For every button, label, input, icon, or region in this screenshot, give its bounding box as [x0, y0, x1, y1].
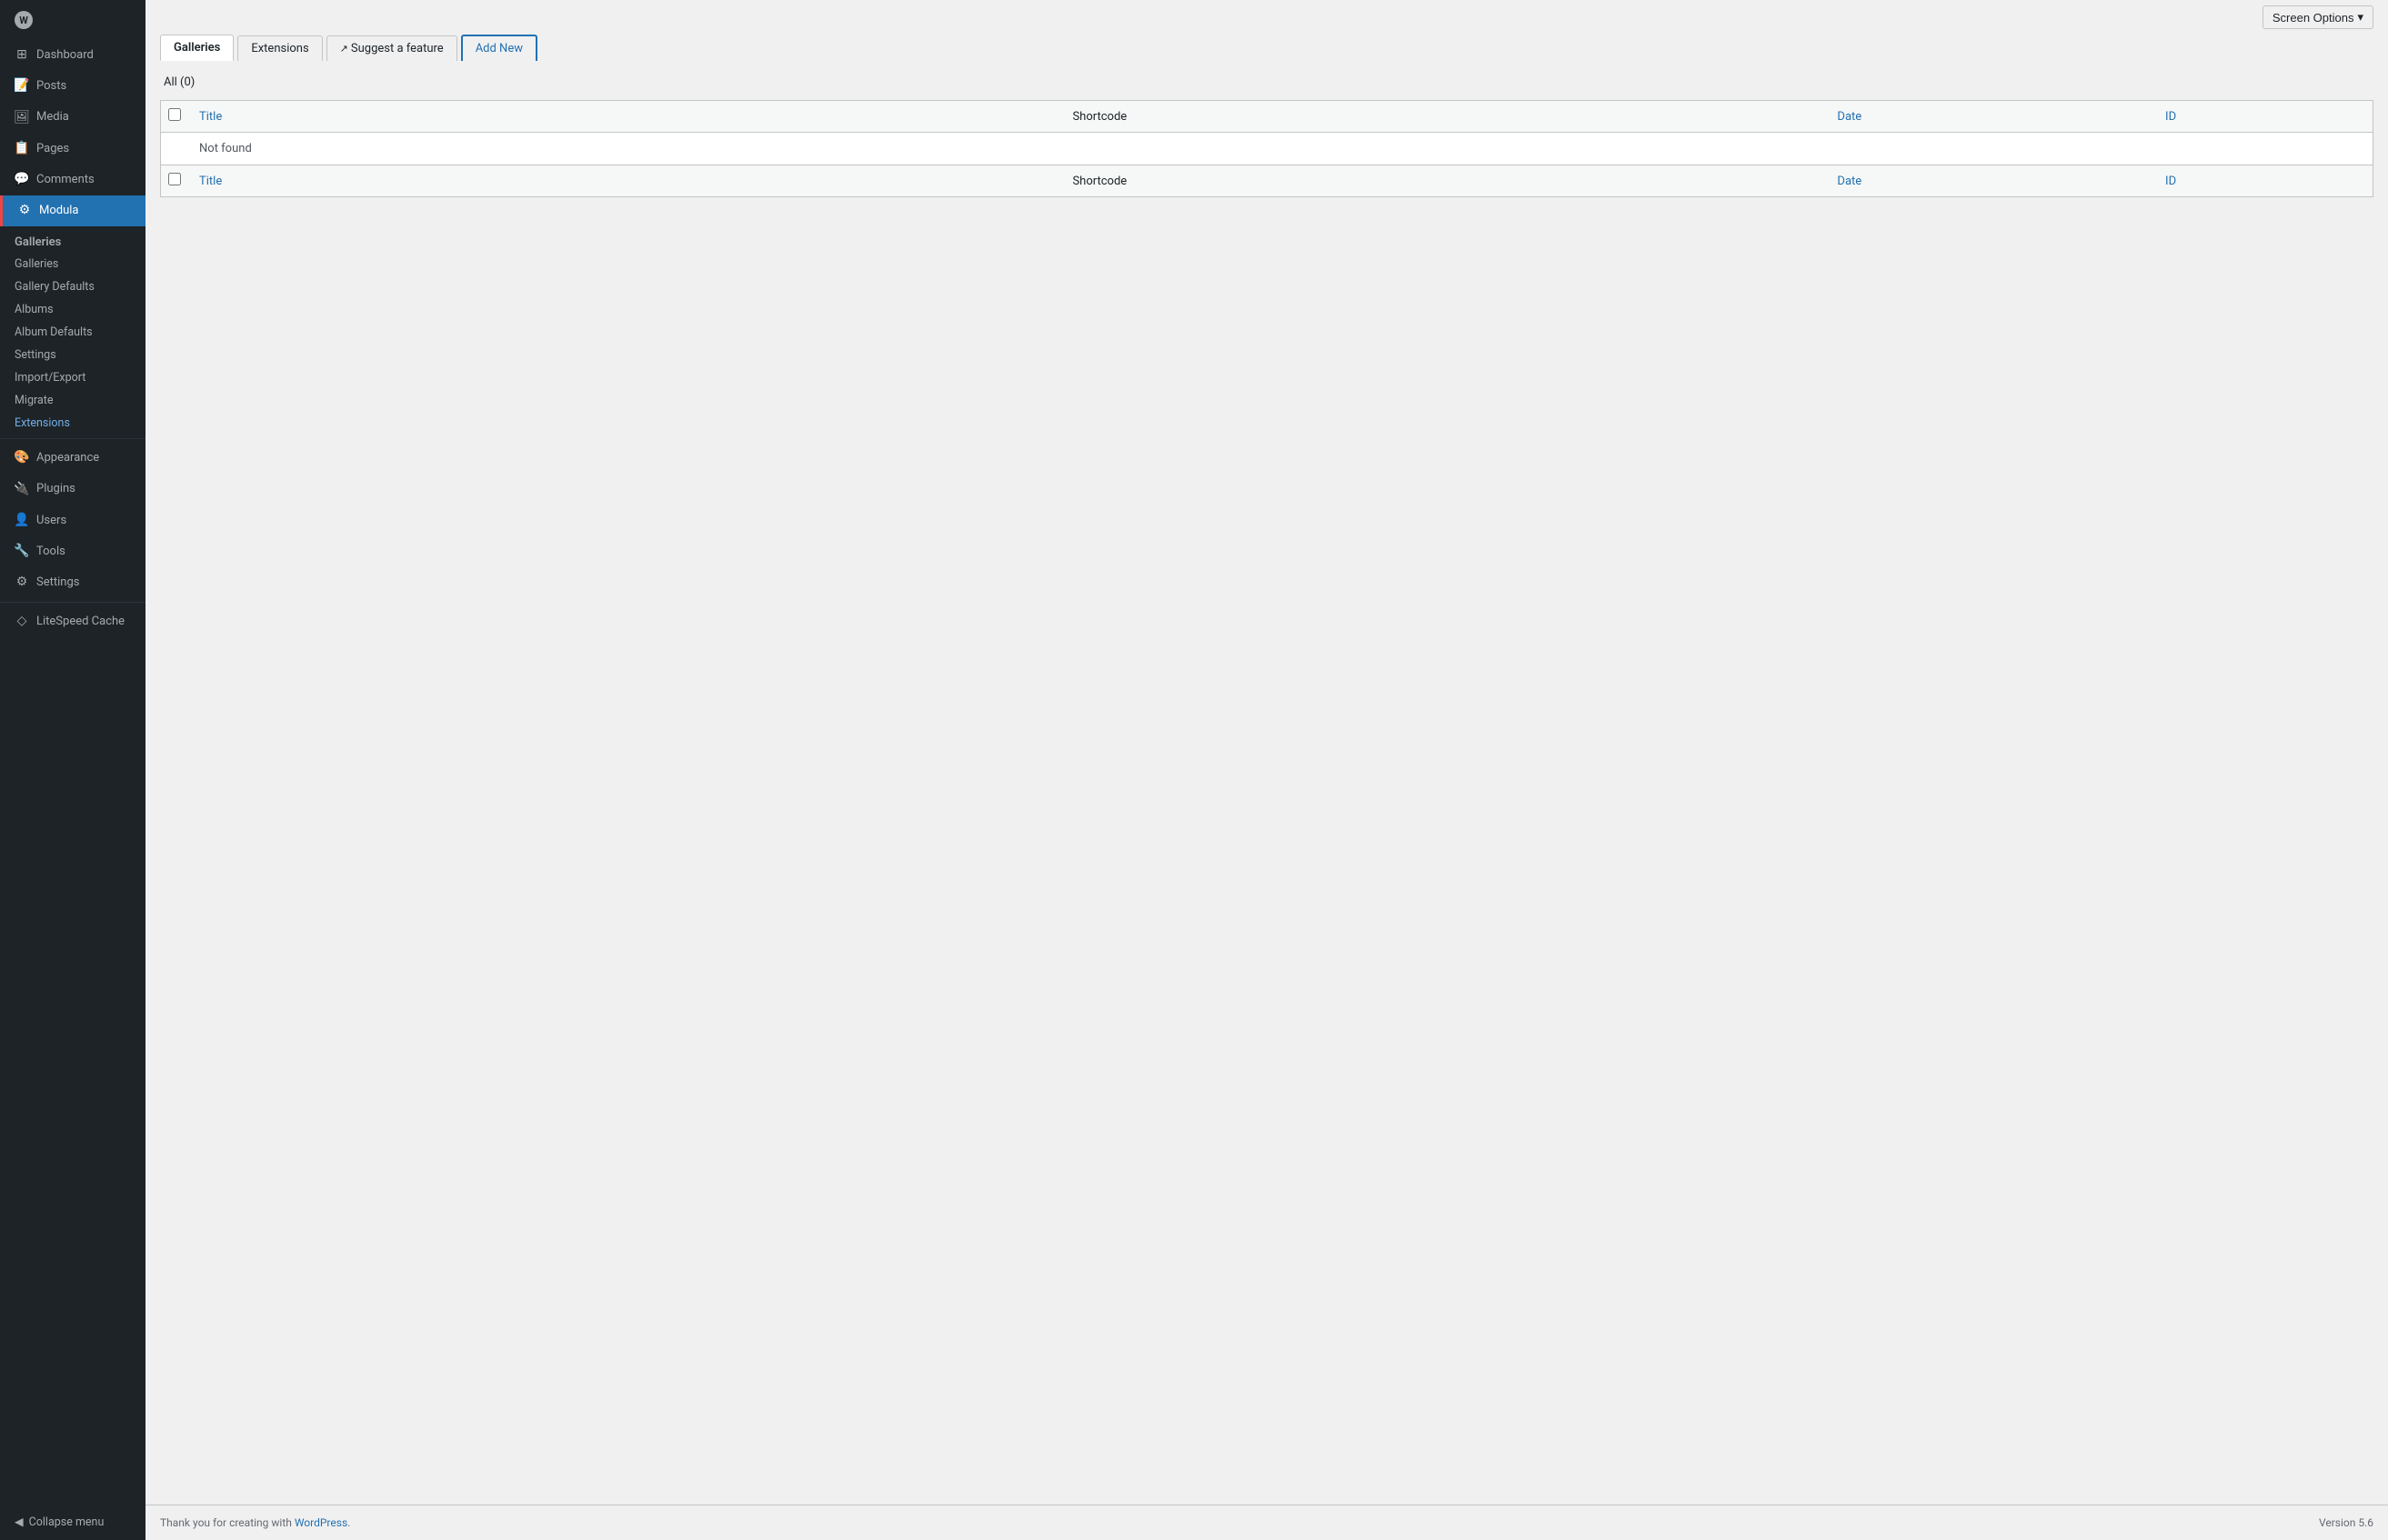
posts-icon: 📝: [15, 79, 29, 94]
wordpress-link[interactable]: WordPress: [295, 1516, 347, 1529]
footer-checkbox-col: [161, 165, 189, 197]
tabs-row: Galleries Extensions ↗Suggest a feature …: [160, 35, 2373, 61]
sidebar-sub-gallery-defaults[interactable]: Gallery Defaults: [0, 275, 145, 298]
row-checkbox-cell: [161, 133, 189, 165]
modula-section-label: Galleries: [0, 226, 145, 253]
sidebar-logo: W: [0, 0, 145, 40]
sidebar-item-comments[interactable]: 💬 Comments: [0, 165, 145, 195]
appearance-icon: 🎨: [15, 451, 29, 465]
page-footer: Thank you for creating with WordPress. V…: [145, 1505, 2388, 1540]
footer-title-col[interactable]: Title: [188, 165, 1061, 197]
table-footer-row: Title Shortcode Date ID: [161, 165, 2373, 197]
select-all-footer-checkbox[interactable]: [168, 173, 181, 185]
collapse-menu-button[interactable]: ◀ Collapse menu: [0, 1504, 145, 1540]
modula-icon: ⚙: [17, 204, 32, 218]
sidebar-sub-import-export[interactable]: Import/Export: [0, 366, 145, 389]
tab-extensions[interactable]: Extensions: [237, 35, 322, 61]
sidebar-sub-albums[interactable]: Albums: [0, 298, 145, 321]
sidebar-item-settings[interactable]: ⚙ Settings: [0, 567, 145, 598]
header-checkbox-col: [161, 101, 189, 133]
footer-version: Version 5.6: [2319, 1516, 2373, 1529]
sidebar-sub-extensions[interactable]: Extensions: [0, 412, 145, 435]
topbar: Screen Options ▾: [145, 0, 2388, 35]
tab-galleries[interactable]: Galleries: [160, 35, 234, 61]
tab-add-new[interactable]: Add New: [461, 35, 537, 61]
sidebar-item-tools[interactable]: 🔧 Tools: [0, 536, 145, 567]
select-all-checkbox[interactable]: [168, 108, 181, 121]
main-content-area: Screen Options ▾ Galleries Extensions ↗S…: [145, 0, 2388, 1540]
screen-options-chevron-icon: ▾: [2357, 10, 2363, 25]
sidebar-item-modula[interactable]: ⚙ Modula: [0, 195, 145, 226]
sidebar-item-pages[interactable]: 📋 Pages: [0, 134, 145, 165]
media-icon: 🖼: [15, 110, 29, 125]
sidebar-item-dashboard[interactable]: ⊞ Dashboard: [0, 40, 145, 71]
dashboard-icon: ⊞: [15, 48, 29, 63]
plugins-icon: 🔌: [15, 482, 29, 496]
sidebar-item-appearance[interactable]: 🎨 Appearance: [0, 443, 145, 474]
sidebar-divider-1: [0, 438, 145, 439]
table-header-row: Title Shortcode Date ID: [161, 101, 2373, 133]
external-link-icon: ↗: [340, 43, 348, 55]
sidebar-divider-2: [0, 602, 145, 603]
comments-icon: 💬: [15, 173, 29, 187]
footer-credit: Thank you for creating with WordPress.: [160, 1516, 350, 1529]
header-id-col[interactable]: ID: [2154, 101, 2373, 133]
tab-suggest-feature[interactable]: ↗Suggest a feature: [326, 35, 457, 61]
pages-icon: 📋: [15, 142, 29, 156]
header-shortcode-col: Shortcode: [1061, 101, 1826, 133]
tools-icon: 🔧: [15, 545, 29, 559]
screen-options-button[interactable]: Screen Options ▾: [2263, 5, 2373, 29]
sidebar: W ⊞ Dashboard 📝 Posts 🖼 Media 📋 Pages 💬 …: [0, 0, 145, 1540]
page-content: Galleries Extensions ↗Suggest a feature …: [145, 35, 2388, 1505]
sidebar-sub-galleries[interactable]: Galleries: [0, 253, 145, 275]
not-found-message: Not found: [188, 133, 2373, 165]
table-row-not-found: Not found: [161, 133, 2373, 165]
wordpress-icon: W: [15, 11, 33, 29]
users-icon: 👤: [15, 514, 29, 528]
footer-date-col[interactable]: Date: [1826, 165, 2154, 197]
sidebar-item-litespeed[interactable]: ◇ LiteSpeed Cache: [0, 606, 145, 637]
sidebar-item-plugins[interactable]: 🔌 Plugins: [0, 474, 145, 505]
sidebar-sub-album-defaults[interactable]: Album Defaults: [0, 321, 145, 344]
footer-shortcode-col: Shortcode: [1061, 165, 1826, 197]
sidebar-item-posts[interactable]: 📝 Posts: [0, 71, 145, 102]
status-line: All (0): [160, 75, 2373, 89]
sidebar-sub-settings[interactable]: Settings: [0, 344, 145, 366]
header-date-col[interactable]: Date: [1826, 101, 2154, 133]
galleries-table: Title Shortcode Date ID Not found Title: [160, 100, 2373, 197]
litespeed-icon: ◇: [15, 615, 29, 629]
footer-id-col[interactable]: ID: [2154, 165, 2373, 197]
sidebar-item-media[interactable]: 🖼 Media: [0, 102, 145, 133]
settings-icon: ⚙: [15, 575, 29, 590]
collapse-icon: ◀: [15, 1515, 24, 1529]
sidebar-sub-migrate[interactable]: Migrate: [0, 389, 145, 412]
sidebar-item-users[interactable]: 👤 Users: [0, 505, 145, 536]
header-title-col[interactable]: Title: [188, 101, 1061, 133]
